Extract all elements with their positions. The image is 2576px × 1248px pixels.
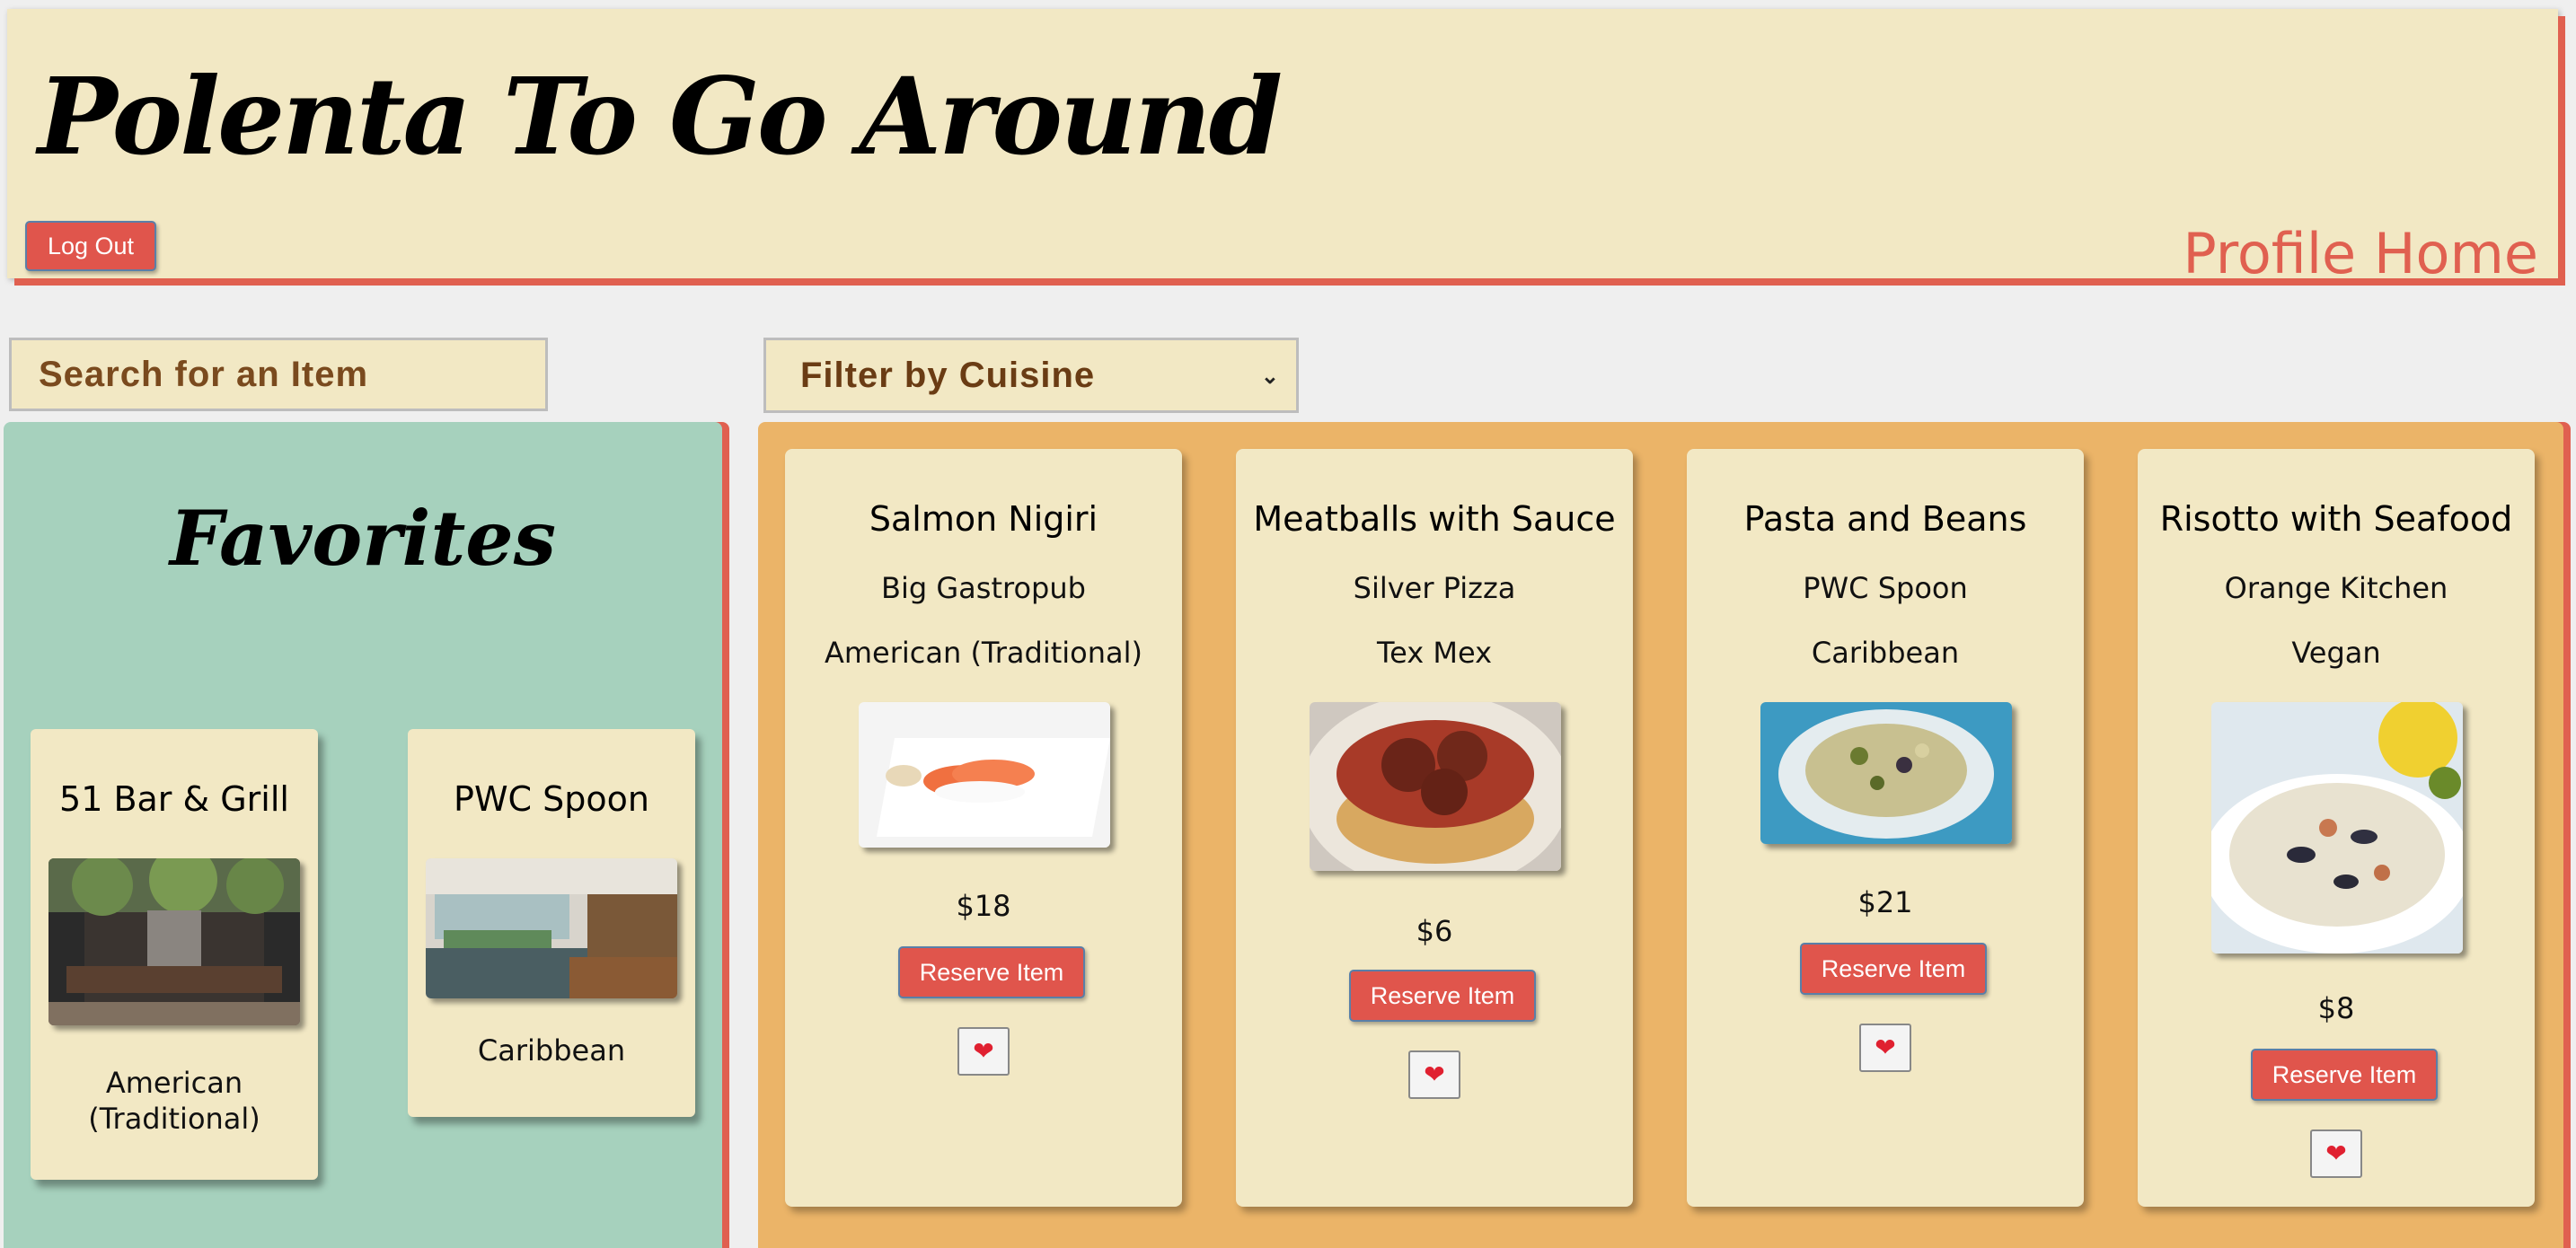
- item-cuisine: Caribbean: [1811, 636, 1960, 670]
- item-restaurant: PWC Spoon: [1803, 571, 1968, 605]
- heart-icon[interactable]: ❤: [957, 1027, 1010, 1076]
- favorites-panel: Favorites 51 Bar & Grill American (Tradi…: [4, 422, 722, 1248]
- item-image: [859, 702, 1110, 848]
- favorite-name: 51 Bar & Grill: [59, 779, 289, 819]
- menu-item-card: Meatballs with Sauce Silver Pizza Tex Me…: [1236, 449, 1633, 1207]
- site-header: Polenta To Go Around Log Out Profile Hom…: [7, 9, 2558, 286]
- item-restaurant: Big Gastropub: [881, 571, 1086, 605]
- item-price: $6: [1416, 914, 1453, 948]
- profile-home-link[interactable]: Profile Home: [2183, 221, 2538, 286]
- item-image: [1310, 702, 1561, 871]
- logout-button[interactable]: Log Out: [25, 221, 156, 271]
- heart-icon[interactable]: ❤: [1859, 1024, 1911, 1072]
- reserve-item-button[interactable]: Reserve Item: [1800, 943, 1987, 995]
- favorite-cuisine: Caribbean: [477, 1033, 626, 1068]
- item-image: [2211, 702, 2463, 954]
- restaurant-image: [426, 858, 677, 998]
- item-restaurant: Silver Pizza: [1353, 571, 1516, 605]
- heart-icon[interactable]: ❤: [2310, 1129, 2362, 1178]
- item-cuisine: American (Traditional): [824, 636, 1143, 670]
- menu-item-card: Risotto with Seafood Orange Kitchen Vega…: [2138, 449, 2535, 1207]
- item-image: [1760, 702, 2012, 844]
- item-name: Salmon Nigiri: [869, 499, 1098, 539]
- item-price: $18: [956, 889, 1011, 923]
- favorite-cuisine: American (Traditional): [88, 1066, 260, 1136]
- item-price: $8: [2317, 991, 2355, 1025]
- item-name: Risotto with Seafood: [2159, 499, 2513, 539]
- favorite-name: PWC Spoon: [454, 779, 649, 819]
- favorites-title: Favorites: [169, 494, 556, 583]
- item-cuisine: Tex Mex: [1376, 636, 1492, 670]
- menu-panel: Salmon Nigiri Big Gastropub American (Tr…: [758, 422, 2563, 1248]
- reserve-item-button[interactable]: Reserve Item: [1349, 970, 1536, 1022]
- item-cuisine: Vegan: [2291, 636, 2381, 670]
- reserve-item-button[interactable]: Reserve Item: [898, 946, 1085, 998]
- item-price: $21: [1857, 885, 1913, 919]
- favorite-card[interactable]: 51 Bar & Grill American (Traditional): [31, 729, 318, 1180]
- search-input[interactable]: Search for an Item: [9, 338, 548, 411]
- cuisine-filter-select[interactable]: Filter by Cuisine ⌄: [763, 338, 1299, 413]
- heart-icon[interactable]: ❤: [1408, 1050, 1460, 1099]
- item-name: Pasta and Beans: [1743, 499, 2027, 539]
- favorite-card[interactable]: PWC Spoon Caribbean: [408, 729, 695, 1117]
- menu-item-card: Pasta and Beans PWC Spoon Caribbean $21 …: [1687, 449, 2084, 1207]
- restaurant-image: [49, 858, 300, 1025]
- cuisine-filter-value: Filter by Cuisine: [800, 355, 1096, 395]
- reserve-item-button[interactable]: Reserve Item: [2251, 1049, 2438, 1101]
- chevron-down-icon: ⌄: [1260, 365, 1280, 389]
- site-title: Polenta To Go Around: [38, 54, 1283, 179]
- item-name: Meatballs with Sauce: [1253, 499, 1616, 539]
- item-restaurant: Orange Kitchen: [2224, 571, 2448, 605]
- menu-item-card: Salmon Nigiri Big Gastropub American (Tr…: [785, 449, 1182, 1207]
